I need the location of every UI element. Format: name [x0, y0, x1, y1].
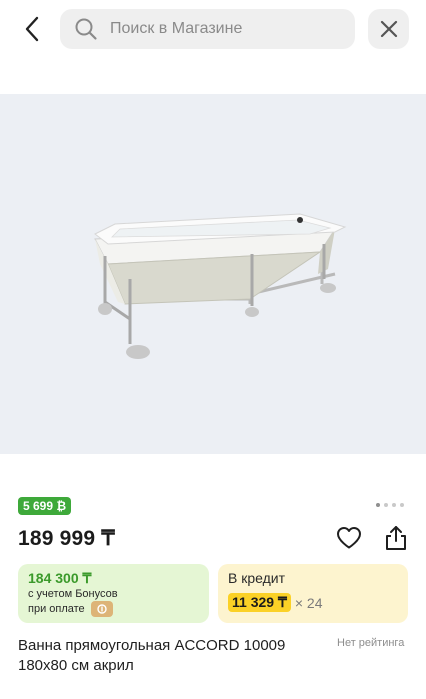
credit-title: В кредит: [228, 570, 286, 586]
product-image-gallery[interactable]: [0, 94, 426, 454]
gallery-page-dots: [376, 503, 404, 507]
back-button[interactable]: [18, 14, 46, 44]
bonus-pay-note: при оплате: [28, 603, 85, 615]
kaspi-logo-icon: [90, 601, 113, 617]
back-arrow-icon: [25, 16, 39, 42]
page-dot: [376, 503, 380, 507]
page-dot: [392, 503, 396, 507]
bonus-pay-row: при оплате: [28, 601, 199, 617]
bonus-price-card[interactable]: 184 300 ₸ с учетом Бонусов при оплате: [18, 564, 209, 623]
bonus-note: с учетом Бонусов: [28, 588, 118, 600]
credit-monthly-amount: 11 329 ₸: [228, 593, 291, 612]
close-button[interactable]: [368, 9, 409, 49]
search-bar[interactable]: [60, 9, 355, 49]
product-title: Ванна прямоугольная ACCORD 10009 180х80 …: [18, 637, 286, 674]
top-bar: [0, 0, 426, 58]
search-input[interactable]: [110, 20, 330, 38]
page-dot: [400, 503, 404, 507]
credit-line: 11 329 ₸ × 24: [228, 593, 398, 612]
favorite-button[interactable]: [336, 526, 362, 550]
bonus-badge: 5 699 ₿: [18, 497, 72, 515]
rating-status[interactable]: Нет рейтинга: [337, 637, 404, 649]
bathtub-product-image: [94, 213, 347, 359]
credit-card[interactable]: В кредит 11 329 ₸ × 24: [218, 564, 408, 623]
bonus-row: 5 699 ₿: [18, 497, 408, 515]
close-icon: [380, 20, 397, 38]
search-icon: [75, 18, 97, 40]
share-icon: [386, 526, 406, 550]
share-button[interactable]: [383, 525, 409, 551]
heart-icon: [337, 527, 361, 549]
product-price: 189 999 ₸: [18, 527, 115, 550]
page-dot: [384, 503, 388, 507]
credit-months: × 24: [294, 594, 323, 611]
bonus-price: 184 300 ₸: [28, 570, 92, 586]
